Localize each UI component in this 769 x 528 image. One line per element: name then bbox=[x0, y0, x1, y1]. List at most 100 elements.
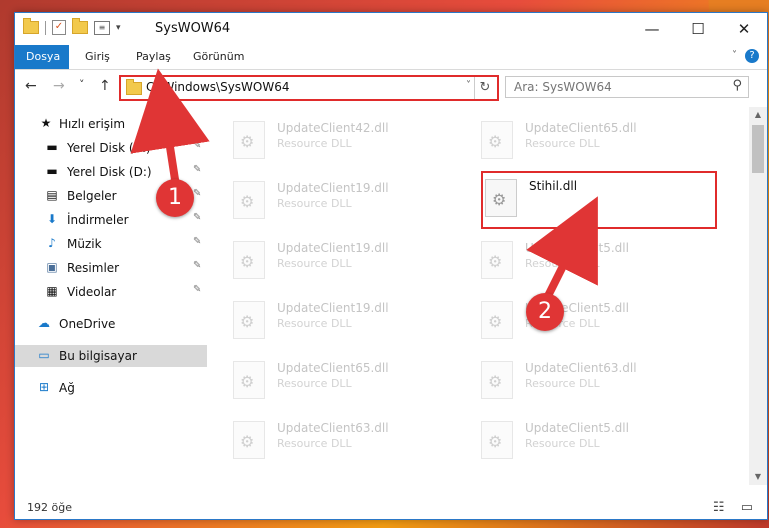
sidebar-item-label: Müzik bbox=[67, 237, 102, 251]
drive-icon: ▬ bbox=[46, 140, 58, 154]
separator bbox=[45, 20, 46, 35]
network-icon: ⊞ bbox=[38, 380, 50, 394]
file-list: UpdateClient42.dll Resource DLL UpdateCl… bbox=[209, 107, 745, 485]
file-name: UpdateClient65.dll bbox=[525, 121, 637, 135]
computer-icon: ▭ bbox=[38, 348, 50, 362]
file-name: UpdateClient65.dll bbox=[277, 361, 389, 375]
sidebar-item-label: Belgeler bbox=[67, 189, 117, 203]
up-button[interactable]: ↑ bbox=[99, 78, 111, 94]
properties-check-icon[interactable]: ✓ bbox=[52, 20, 66, 35]
dll-file-icon bbox=[233, 361, 265, 399]
new-folder-icon[interactable] bbox=[72, 18, 88, 34]
pin-icon: ✎ bbox=[193, 164, 202, 175]
file-item[interactable]: UpdateClient65.dll Resource DLL bbox=[229, 353, 461, 405]
download-icon: ⬇ bbox=[46, 212, 58, 226]
view-toggle-icons[interactable]: ☷ ▭ bbox=[713, 500, 759, 515]
file-item[interactable]: UpdateClient42.dll Resource DLL bbox=[229, 113, 461, 165]
dll-file-icon bbox=[233, 301, 265, 339]
scroll-down-icon[interactable]: ▼ bbox=[749, 469, 767, 485]
sidebar-item-label: Resimler bbox=[67, 261, 120, 275]
file-name: UpdateClient19.dll bbox=[277, 181, 389, 195]
documents-icon: ▤ bbox=[46, 188, 58, 202]
file-type: Resource DLL bbox=[525, 257, 600, 270]
file-type: Resource DLL bbox=[277, 197, 352, 210]
back-button[interactable]: ← bbox=[25, 78, 37, 94]
qat-dropdown-icon[interactable]: ▾ bbox=[116, 23, 121, 33]
file-item[interactable]: UpdateClient19.dll Resource DLL bbox=[229, 173, 461, 225]
recent-locations-button[interactable]: ˅ bbox=[79, 78, 85, 91]
file-item-selected[interactable]: Stihil.dll bbox=[481, 171, 717, 229]
quick-access-toolbar: ✓ ≡ ▾ bbox=[23, 18, 121, 35]
customize-icon[interactable]: ≡ bbox=[94, 20, 110, 35]
chevron-down-icon[interactable]: ˅ bbox=[466, 80, 471, 91]
title-bar: ✓ ≡ ▾ SysWOW64 — ☐ ✕ bbox=[15, 13, 767, 45]
file-type: Resource DLL bbox=[525, 377, 600, 390]
sidebar-item-local-disk-c[interactable]: ▬ Yerel Disk (C:) ✎ bbox=[15, 137, 207, 159]
star-icon: ★ bbox=[40, 116, 52, 130]
ribbon-expand-icon[interactable]: ˅ bbox=[732, 50, 737, 61]
status-bar: 192 öğe ☷ ▭ bbox=[15, 497, 767, 519]
dll-file-icon bbox=[481, 121, 513, 159]
file-item[interactable]: UpdateClient5.dll Resource DLL bbox=[477, 413, 709, 465]
dll-file-icon bbox=[485, 179, 517, 217]
search-box[interactable]: ⚲ bbox=[505, 76, 749, 98]
scroll-thumb[interactable] bbox=[752, 125, 764, 173]
sidebar-item-network[interactable]: ⊞ Ağ bbox=[15, 377, 207, 399]
sidebar-item-label: Bu bilgisayar bbox=[59, 349, 137, 363]
sidebar-item-pictures[interactable]: ▣ Resimler ✎ bbox=[15, 257, 207, 279]
tab-view[interactable]: Görünüm bbox=[182, 45, 255, 69]
sidebar-item-onedrive[interactable]: ☁ OneDrive bbox=[15, 313, 207, 335]
file-item[interactable]: UpdateClient63.dll Resource DLL bbox=[477, 353, 709, 405]
file-item[interactable]: UpdateClient63.dll Resource DLL bbox=[229, 413, 461, 465]
scroll-up-icon[interactable]: ▲ bbox=[749, 107, 767, 123]
pin-icon: ✎ bbox=[193, 236, 202, 247]
window-title: SysWOW64 bbox=[155, 21, 231, 36]
file-name: Stihil.dll bbox=[529, 179, 578, 193]
file-item[interactable]: UpdateClient19.dll Resource DLL bbox=[229, 233, 461, 285]
tab-share[interactable]: Paylaş bbox=[125, 45, 182, 69]
pin-icon: ✎ bbox=[193, 212, 202, 223]
file-type: Resource DLL bbox=[277, 317, 352, 330]
file-type: Resource DLL bbox=[277, 377, 352, 390]
sidebar-item-quick-access[interactable]: ★ Hızlı erişim bbox=[15, 113, 207, 135]
sidebar-item-this-pc[interactable]: ▭ Bu bilgisayar bbox=[15, 345, 207, 367]
sidebar-item-label: Hızlı erişim bbox=[59, 117, 126, 131]
address-bar[interactable]: C:\Windows\SysWOW64 ˅ ↻ bbox=[119, 75, 499, 101]
file-type: Resource DLL bbox=[525, 137, 600, 150]
dll-file-icon bbox=[481, 301, 513, 339]
maximize-button[interactable]: ☐ bbox=[675, 13, 721, 45]
navigation-pane: ★ Hızlı erişim ▬ Yerel Disk (C:) ✎ ▬ Yer… bbox=[15, 107, 207, 485]
file-name: UpdateClient63.dll bbox=[277, 421, 389, 435]
sidebar-item-label: Yerel Disk (C:) bbox=[67, 141, 151, 155]
file-type: Resource DLL bbox=[277, 137, 352, 150]
search-icon: ⚲ bbox=[732, 78, 742, 93]
file-item[interactable]: UpdateClient5.dll Resource DLL bbox=[477, 293, 709, 345]
forward-button[interactable]: → bbox=[53, 78, 65, 94]
file-name: UpdateClient5.dll bbox=[525, 241, 629, 255]
sidebar-item-music[interactable]: ♪ Müzik ✎ bbox=[15, 233, 207, 255]
dll-file-icon bbox=[481, 421, 513, 459]
help-icon[interactable]: ? bbox=[745, 49, 759, 63]
tab-file[interactable]: Dosya bbox=[15, 45, 69, 69]
tab-home[interactable]: Giriş bbox=[74, 45, 121, 69]
file-item[interactable]: UpdateClient19.dll Resource DLL bbox=[229, 293, 461, 345]
video-icon: ▦ bbox=[46, 284, 58, 298]
sidebar-item-label: OneDrive bbox=[59, 317, 116, 331]
sidebar-item-videos[interactable]: ▦ Videolar ✎ bbox=[15, 281, 207, 303]
navigation-bar: ← → ˅ ↑ C:\Windows\SysWOW64 ˅ ↻ ⚲ bbox=[15, 70, 767, 104]
close-button[interactable]: ✕ bbox=[721, 13, 767, 45]
step-badge-2: 2 bbox=[526, 293, 564, 331]
file-item[interactable]: UpdateClient5.dll Resource DLL bbox=[477, 233, 709, 285]
file-name: UpdateClient5.dll bbox=[525, 421, 629, 435]
pin-icon: ✎ bbox=[193, 284, 202, 295]
search-input[interactable] bbox=[512, 77, 726, 97]
vertical-scrollbar[interactable]: ▲ ▼ bbox=[749, 107, 767, 485]
dll-file-icon bbox=[481, 361, 513, 399]
refresh-button[interactable]: ↻ bbox=[474, 77, 495, 99]
pin-icon: ✎ bbox=[193, 140, 202, 151]
file-type: Resource DLL bbox=[525, 437, 600, 450]
minimize-button[interactable]: — bbox=[629, 13, 675, 45]
pin-icon: ✎ bbox=[193, 260, 202, 271]
file-item[interactable]: UpdateClient65.dll Resource DLL bbox=[477, 113, 709, 165]
pin-icon: ✎ bbox=[193, 188, 202, 199]
